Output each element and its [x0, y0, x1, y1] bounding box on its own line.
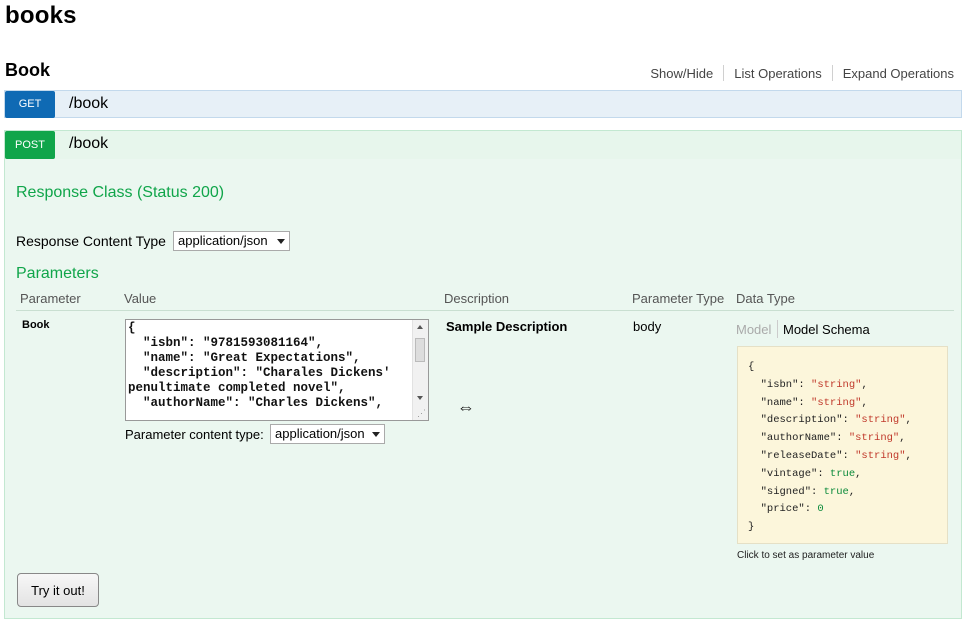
schema-value: true [823, 485, 849, 498]
schema-colon: : [811, 485, 824, 498]
parameter-value-text[interactable]: { "isbn": "9781593081164", "name": "Grea… [126, 320, 428, 411]
try-it-out-button[interactable]: Try it out! [17, 573, 99, 607]
resource-heading[interactable]: Book [5, 60, 50, 81]
parameter-value-textarea[interactable]: { "isbn": "9781593081164", "name": "Grea… [125, 319, 429, 421]
schema-value: 0 [817, 503, 824, 516]
schema-close-brace: } [748, 521, 755, 534]
schema-open-brace: { [748, 361, 755, 373]
tab-model-schema[interactable]: Model Schema [783, 322, 870, 337]
post-operation-header[interactable]: POST /book [4, 130, 962, 159]
table-header-divider [16, 310, 954, 311]
resource-links: Show/Hide List Operations Expand Operati… [640, 65, 954, 81]
get-method-badge[interactable]: GET [5, 91, 55, 118]
model-schema-code[interactable]: { "isbn": "string", "name": "string", "d… [738, 347, 947, 537]
schema-key: "description" [748, 414, 843, 427]
parameters-title: Parameters [16, 265, 99, 282]
schema-colon: : [836, 432, 849, 445]
click-to-set-hint: Click to set as parameter value [737, 550, 875, 561]
show-hide-link[interactable]: Show/Hide [640, 66, 723, 81]
schema-separator: , [905, 449, 912, 462]
tab-model[interactable]: Model [736, 322, 771, 337]
column-header-parameter-type: Parameter Type [632, 291, 725, 306]
schema-separator: , [861, 378, 868, 391]
parameter-content-type-label: Parameter content type: [125, 427, 264, 442]
schema-value: "string" [848, 432, 900, 445]
schema-key: "vintage" [748, 467, 818, 480]
schema-value: "string" [811, 396, 862, 409]
model-schema-box[interactable]: { "isbn": "string", "name": "string", "d… [737, 346, 948, 544]
schema-separator: , [855, 467, 862, 480]
get-operation-path[interactable]: /book [69, 95, 108, 113]
schema-separator: , [848, 485, 856, 498]
chevron-down-icon [277, 239, 285, 244]
post-method-badge[interactable]: POST [5, 131, 55, 159]
chevron-down-icon [372, 432, 380, 437]
list-operations-link[interactable]: List Operations [724, 66, 831, 81]
schema-separator: , [899, 432, 906, 445]
tab-separator [777, 320, 778, 338]
schema-value: "string" [855, 449, 906, 462]
response-content-type-select[interactable]: application/json [173, 231, 290, 251]
scroll-down-icon[interactable] [417, 396, 423, 400]
textarea-scrollbar[interactable] [412, 320, 428, 420]
schema-colon: : [842, 414, 856, 427]
schema-colon: : [817, 467, 830, 480]
resize-horizontal-icon: ⇔ [457, 397, 475, 417]
column-header-data-type: Data Type [736, 291, 796, 306]
schema-colon: : [804, 503, 818, 516]
response-content-type-value: application/json [178, 233, 268, 248]
schema-colon: : [798, 378, 812, 391]
post-operation-body: Response Class (Status 200) Response Con… [4, 159, 962, 619]
parameter-description: Sample Description [446, 319, 568, 334]
schema-key: "releaseDate" [748, 449, 843, 462]
schema-key: "name" [748, 396, 799, 409]
scroll-up-icon[interactable] [417, 325, 423, 329]
page-title: books [5, 2, 77, 29]
response-content-type-label: Response Content Type [16, 233, 166, 249]
resize-grip-icon[interactable]: ⋰ [417, 409, 426, 418]
parameter-type: body [633, 319, 662, 334]
expand-operations-link[interactable]: Expand Operations [833, 66, 954, 81]
parameter-name: Book [22, 319, 50, 331]
column-header-description: Description [444, 291, 510, 306]
schema-separator: , [861, 396, 868, 409]
schema-key: "signed" [748, 485, 812, 498]
schema-separator: , [905, 414, 912, 427]
response-class-title: Response Class (Status 200) [16, 184, 225, 201]
get-operation-header[interactable]: GET /book [4, 90, 962, 118]
scrollbar-thumb[interactable] [415, 338, 425, 362]
parameter-content-type-value: application/json [275, 426, 365, 441]
post-operation-path[interactable]: /book [69, 135, 108, 153]
schema-value: true [829, 467, 856, 480]
column-header-parameter: Parameter [20, 291, 81, 306]
schema-colon: : [842, 449, 856, 462]
schema-key: "authorName" [748, 432, 837, 445]
schema-colon: : [798, 396, 812, 409]
column-header-value: Value [124, 291, 157, 306]
schema-value: "string" [855, 414, 906, 427]
schema-key: "price" [748, 503, 805, 516]
schema-key: "isbn" [748, 378, 799, 391]
parameter-content-type-select[interactable]: application/json [270, 424, 385, 444]
schema-value: "string" [811, 378, 862, 391]
